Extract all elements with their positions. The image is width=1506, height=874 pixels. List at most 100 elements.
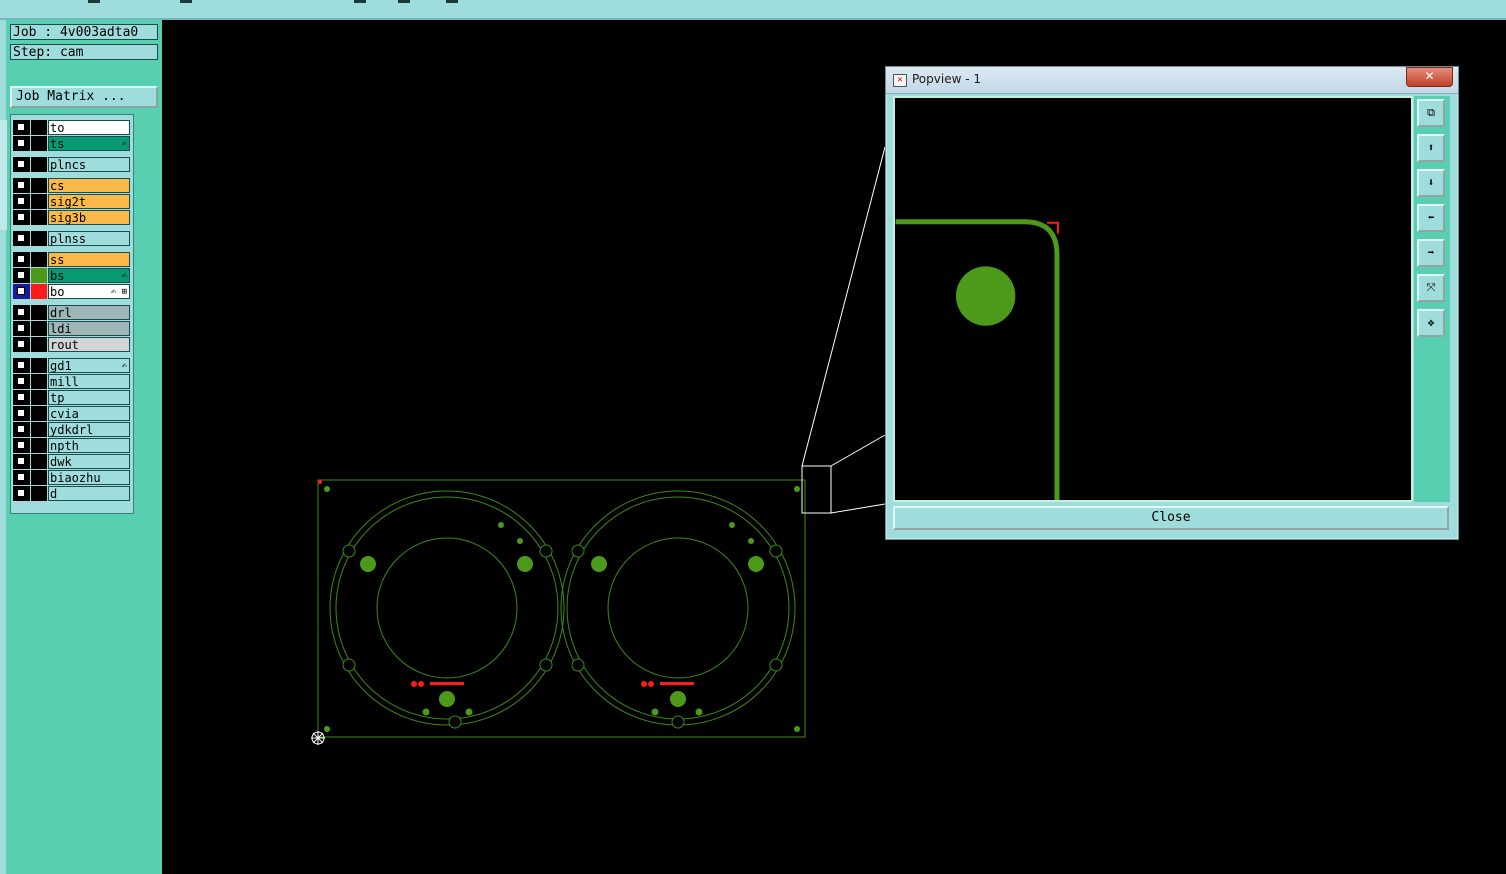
layer-name[interactable]: plnss: [48, 231, 130, 246]
layer-color-swatch[interactable]: [31, 454, 47, 469]
layer-checkbox[interactable]: [17, 181, 25, 189]
popview-titlebar[interactable]: ✕ Popview - 1 ✕: [886, 67, 1458, 94]
popview-tool-button[interactable]: ⬅: [1417, 204, 1445, 232]
layer-checkbox[interactable]: [17, 324, 25, 332]
layer-row-ts[interactable]: ts ✍: [13, 136, 131, 151]
layer-color-swatch[interactable]: [31, 136, 47, 151]
layer-checkbox[interactable]: [17, 255, 25, 263]
layer-row-bs[interactable]: bs ✍: [13, 268, 131, 283]
layer-checkbox[interactable]: [17, 213, 25, 221]
window-close-button[interactable]: ✕: [1406, 67, 1453, 87]
popview-tool-button[interactable]: ⬆: [1417, 134, 1445, 162]
layer-color-swatch[interactable]: [31, 374, 47, 389]
layer-row-rout[interactable]: rout: [13, 337, 131, 352]
popview-tool-button[interactable]: ⤧: [1417, 274, 1445, 302]
layer-checkbox[interactable]: [17, 489, 25, 497]
close-button[interactable]: Close: [893, 506, 1449, 530]
layer-name[interactable]: sig2t: [48, 194, 130, 209]
layer-color-swatch[interactable]: [31, 486, 47, 501]
layer-checkbox[interactable]: [17, 457, 25, 465]
layer-row-ss[interactable]: ss: [13, 252, 131, 267]
layer-row-cvia[interactable]: cvia: [13, 406, 131, 421]
job-matrix-button[interactable]: Job Matrix ...: [10, 86, 158, 108]
layer-color-swatch[interactable]: [31, 470, 47, 485]
layer-name[interactable]: mill: [48, 374, 130, 389]
layer-checkbox[interactable]: [17, 308, 25, 316]
layer-checkbox[interactable]: [17, 361, 25, 369]
layer-name[interactable]: drl: [48, 305, 130, 320]
layer-row-npth[interactable]: npth: [13, 438, 131, 453]
popview-canvas[interactable]: [893, 96, 1413, 502]
layer-checkbox[interactable]: [17, 409, 25, 417]
layer-row-biaozhu[interactable]: biaozhu: [13, 470, 131, 485]
layer-row-gd1[interactable]: gd1 ✍: [13, 358, 131, 373]
layer-checkbox[interactable]: [17, 123, 25, 131]
layer-name[interactable]: rout: [48, 337, 130, 352]
layer-color-swatch[interactable]: [31, 194, 47, 209]
layer-name[interactable]: gd1 ✍: [48, 358, 130, 373]
layer-checkbox[interactable]: [17, 393, 25, 401]
popview-tool-button[interactable]: ⬇: [1417, 169, 1445, 197]
layer-name[interactable]: ldi: [48, 321, 130, 336]
layer-row-drl[interactable]: drl: [13, 305, 131, 320]
layer-color-swatch[interactable]: [31, 337, 47, 352]
layer-name[interactable]: biaozhu: [48, 470, 130, 485]
layer-checkbox[interactable]: [17, 425, 25, 433]
layer-checkbox[interactable]: [17, 441, 25, 449]
layer-color-swatch[interactable]: [31, 406, 47, 421]
layer-name[interactable]: d: [48, 486, 130, 501]
left-scrollbar[interactable]: [0, 120, 7, 230]
layer-color-swatch[interactable]: [31, 268, 47, 283]
layer-color-swatch[interactable]: [31, 390, 47, 405]
layer-name[interactable]: bs ✍: [48, 268, 130, 283]
layer-row-ydkdrl[interactable]: ydkdrl: [13, 422, 131, 437]
layer-checkbox[interactable]: [17, 234, 25, 242]
layer-checkbox[interactable]: [17, 160, 25, 168]
layer-color-swatch[interactable]: [31, 210, 47, 225]
layer-row-sig3b[interactable]: sig3b: [13, 210, 131, 225]
popview-tool-button[interactable]: ✥: [1417, 309, 1445, 337]
layer-color-swatch[interactable]: [31, 284, 47, 299]
layer-row-cs[interactable]: cs: [13, 178, 131, 193]
layer-checkbox[interactable]: [17, 139, 25, 147]
layer-name[interactable]: bo ✍ ⊞: [48, 284, 130, 299]
layer-color-swatch[interactable]: [31, 422, 47, 437]
layer-row-tp[interactable]: tp: [13, 390, 131, 405]
layer-color-swatch[interactable]: [31, 305, 47, 320]
popview-tool-button[interactable]: ⧉: [1417, 99, 1445, 127]
layer-name[interactable]: cs: [48, 178, 130, 193]
layer-color-swatch[interactable]: [31, 178, 47, 193]
layer-name[interactable]: ydkdrl: [48, 422, 130, 437]
layer-color-swatch[interactable]: [31, 358, 47, 373]
layer-row-d[interactable]: d: [13, 486, 131, 501]
popview-tool-button[interactable]: ➡: [1417, 239, 1445, 267]
layer-color-swatch[interactable]: [31, 157, 47, 172]
layer-color-swatch[interactable]: [31, 321, 47, 336]
layer-checkbox[interactable]: [17, 287, 25, 295]
layer-row-dwk[interactable]: dwk: [13, 454, 131, 469]
layer-row-bo[interactable]: bo ✍ ⊞: [13, 284, 131, 299]
layer-color-swatch[interactable]: [31, 252, 47, 267]
layer-name[interactable]: dwk: [48, 454, 130, 469]
layer-row-mill[interactable]: mill: [13, 374, 131, 389]
layer-name[interactable]: ss: [48, 252, 130, 267]
layer-name[interactable]: to: [48, 120, 130, 135]
layer-checkbox[interactable]: [17, 197, 25, 205]
layer-name[interactable]: cvia: [48, 406, 130, 421]
layer-color-swatch[interactable]: [31, 231, 47, 246]
layer-checkbox[interactable]: [17, 473, 25, 481]
layer-name[interactable]: npth: [48, 438, 130, 453]
layer-name[interactable]: tp: [48, 390, 130, 405]
layer-name[interactable]: plncs: [48, 157, 130, 172]
layer-row-ldi[interactable]: ldi: [13, 321, 131, 336]
layer-checkbox[interactable]: [17, 377, 25, 385]
layer-color-swatch[interactable]: [31, 438, 47, 453]
layer-color-swatch[interactable]: [31, 120, 47, 135]
layer-name[interactable]: sig3b: [48, 210, 130, 225]
layer-row-sig2t[interactable]: sig2t: [13, 194, 131, 209]
layer-row-to[interactable]: to: [13, 120, 131, 135]
layer-row-plnss[interactable]: plnss: [13, 231, 131, 246]
layer-name[interactable]: ts ✍: [48, 136, 130, 151]
layer-row-plncs[interactable]: plncs: [13, 157, 131, 172]
layer-checkbox[interactable]: [17, 271, 25, 279]
